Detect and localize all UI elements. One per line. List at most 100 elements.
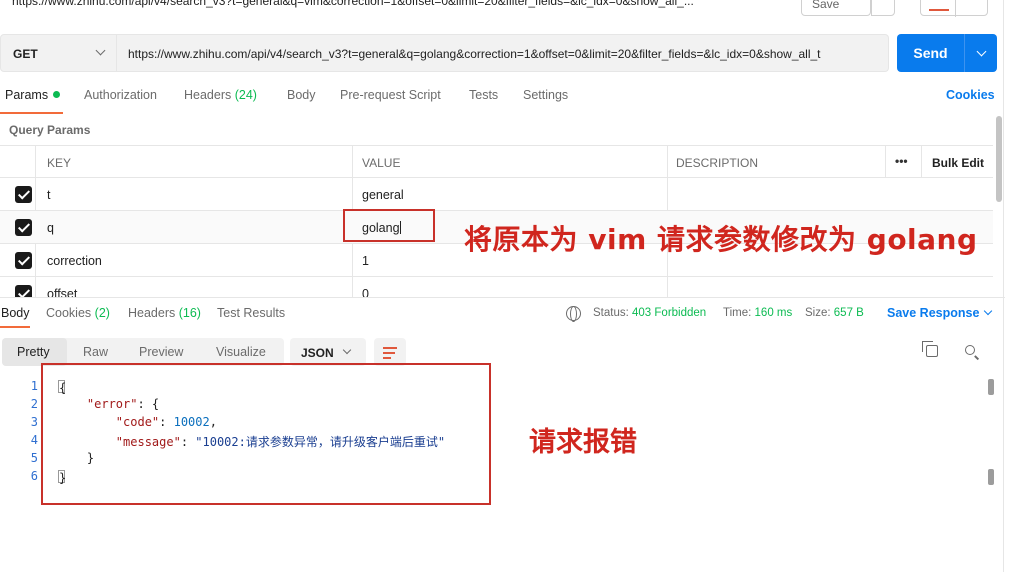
- param-checkbox[interactable]: [15, 285, 32, 297]
- line-number: 4: [30, 433, 38, 447]
- tab-label: Headers: [184, 88, 232, 102]
- tab-authorization[interactable]: Authorization: [84, 88, 157, 102]
- copy-icon[interactable]: [922, 341, 938, 357]
- tab-response-cookies[interactable]: Cookies (2): [46, 306, 110, 320]
- tab-label: Cookies: [46, 306, 92, 320]
- globe-icon[interactable]: [566, 306, 581, 322]
- size-text: Size: 657 B: [805, 307, 864, 319]
- table-row: offset 0: [0, 277, 993, 297]
- tab-response-body[interactable]: Body: [1, 306, 30, 320]
- annotation-error-box: [41, 363, 491, 505]
- tab-tests[interactable]: Tests: [469, 88, 498, 102]
- line-number: 5: [30, 451, 38, 465]
- tab-raw[interactable]: Raw: [83, 345, 108, 359]
- annotation-error-note: 请求报错: [529, 427, 637, 458]
- tab-label: Settings: [523, 88, 569, 102]
- table-row: t general: [0, 178, 993, 211]
- response-scrollbar-thumb[interactable]: [988, 469, 994, 485]
- status-text: Status: 403 Forbidden: [593, 307, 706, 319]
- column-divider: [885, 145, 886, 178]
- tab-count: (16): [178, 306, 201, 320]
- param-value[interactable]: general: [362, 188, 404, 202]
- time-label: Time:: [723, 307, 752, 319]
- status-badge[interactable]: 403 Forbidden: [632, 307, 706, 319]
- send-dropdown-button[interactable]: [964, 34, 997, 72]
- param-key[interactable]: t: [47, 188, 50, 202]
- table-header: KEY VALUE DESCRIPTION ••• Bulk Edit: [0, 145, 993, 178]
- line-number: 6: [30, 469, 38, 483]
- bulk-edit-button[interactable]: Bulk Edit: [932, 156, 984, 170]
- response-tabs: Body Cookies (2) Headers (16) Test Resul…: [0, 306, 1000, 328]
- active-tab-indicator: [0, 326, 30, 328]
- format-label: JSON: [301, 346, 334, 360]
- annotation-highlight-box: [343, 209, 435, 242]
- view-mode-tabs: Pretty Raw Preview Visualize: [2, 338, 284, 366]
- tab-pretty[interactable]: Pretty: [2, 338, 67, 366]
- tab-preview[interactable]: Preview: [139, 345, 183, 359]
- pencil-icon[interactable]: [929, 0, 949, 11]
- save-dropdown-button[interactable]: [871, 0, 895, 16]
- save-button[interactable]: Save: [801, 0, 871, 16]
- tab-pre-request-script[interactable]: Pre-request Script: [340, 88, 441, 102]
- response-scrollbar-top[interactable]: [988, 379, 994, 395]
- param-checkbox[interactable]: [15, 252, 32, 269]
- search-icon[interactable]: [965, 345, 975, 355]
- param-key[interactable]: correction: [47, 254, 102, 268]
- line-number: 2: [30, 397, 38, 411]
- view-toggle[interactable]: [920, 0, 988, 17]
- wrap-lines-button[interactable]: [374, 338, 406, 366]
- more-options-icon[interactable]: •••: [895, 154, 908, 168]
- params-scrollbar[interactable]: [996, 116, 1002, 202]
- size-label: Size:: [805, 307, 831, 319]
- divider: [955, 0, 956, 17]
- tab-label: Headers: [128, 306, 176, 320]
- param-key[interactable]: q: [47, 221, 54, 235]
- tab-test-results[interactable]: Test Results: [217, 306, 285, 320]
- top-strip: https://www.zhihu.com/api/v4/search_v3?t…: [0, 0, 1021, 20]
- url-input[interactable]: https://www.zhihu.com/api/v4/search_v3?t…: [117, 34, 889, 72]
- pane-divider[interactable]: [0, 297, 1005, 298]
- size-value[interactable]: 657 B: [834, 307, 864, 319]
- column-divider: [921, 145, 922, 178]
- column-key: KEY: [47, 156, 72, 170]
- status-label: Status:: [593, 307, 629, 319]
- chevron-down-icon: [95, 45, 106, 56]
- tab-count: (2): [94, 306, 110, 320]
- column-value: VALUE: [362, 156, 401, 170]
- tab-count: (24): [234, 88, 257, 102]
- cookies-link[interactable]: Cookies: [946, 88, 995, 102]
- tab-headers[interactable]: Headers (24): [184, 88, 257, 102]
- time-value[interactable]: 160 ms: [755, 307, 793, 319]
- format-select[interactable]: JSON: [290, 338, 366, 366]
- wrap-lines-icon-line: [383, 357, 391, 359]
- tab-label: Pre-request Script: [340, 88, 441, 102]
- tab-settings[interactable]: Settings: [523, 88, 568, 102]
- tab-response-headers[interactable]: Headers (16): [128, 306, 201, 320]
- tab-body[interactable]: Body: [287, 88, 316, 102]
- tab-label: Params: [5, 88, 49, 102]
- active-tab-indicator: [0, 112, 63, 114]
- param-checkbox[interactable]: [15, 186, 32, 203]
- param-checkbox[interactable]: [15, 219, 32, 236]
- annotation-param-note: 将原本为 vim 请求参数修改为 golang: [464, 223, 978, 256]
- param-value[interactable]: 1: [362, 254, 369, 268]
- save-response-button[interactable]: Save Response: [887, 306, 993, 320]
- tab-label: Body: [287, 88, 316, 102]
- chevron-down-icon: [984, 306, 993, 316]
- tab-label: Tests: [469, 88, 499, 102]
- query-params-title: Query Params: [9, 123, 91, 137]
- chevron-down-icon: [342, 345, 352, 355]
- method-select[interactable]: GET: [0, 34, 117, 72]
- time-text: Time: 160 ms: [723, 307, 792, 319]
- save-response-label: Save Response: [887, 306, 980, 320]
- status-dot-icon: [53, 91, 61, 98]
- tab-url-title: https://www.zhihu.com/api/v4/search_v3?t…: [12, 0, 694, 8]
- param-value[interactable]: 0: [362, 287, 369, 297]
- line-number: 1: [30, 379, 38, 393]
- tab-params[interactable]: Params: [5, 88, 61, 102]
- window-edge: [1003, 0, 1004, 572]
- param-key[interactable]: offset: [47, 287, 77, 297]
- request-tabs: Params Authorization Headers (24) Body P…: [0, 88, 1000, 114]
- send-button[interactable]: Send: [897, 34, 964, 72]
- tab-visualize[interactable]: Visualize: [216, 345, 266, 359]
